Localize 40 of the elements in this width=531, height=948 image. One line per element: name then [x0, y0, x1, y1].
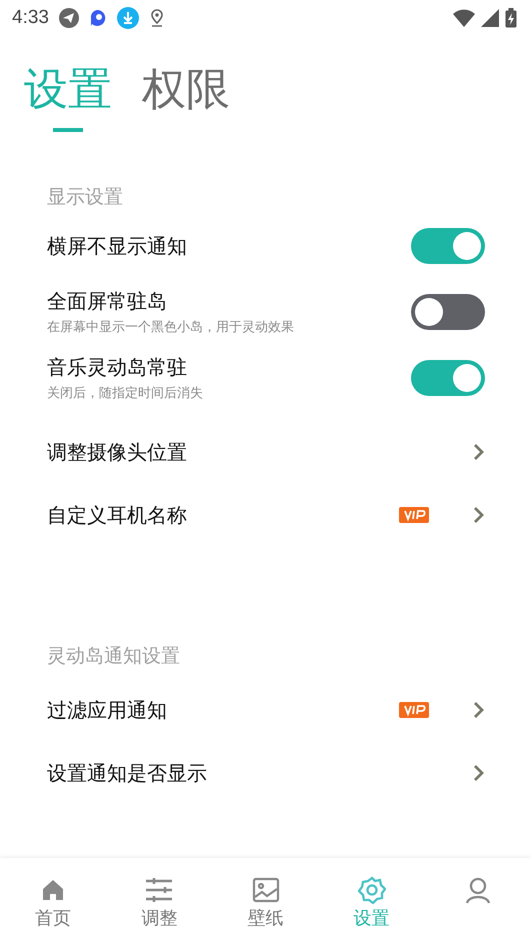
- setting-label: 全面屏常驻岛: [47, 288, 168, 315]
- setting-label: 自定义耳机名称: [47, 502, 188, 528]
- section-header: 显示设置: [47, 185, 123, 210]
- chevron-right-icon: [473, 506, 485, 524]
- chevron-right-icon: [473, 764, 485, 782]
- status-time: 4:33: [12, 7, 49, 29]
- battery-icon: [505, 8, 517, 28]
- toggle-switch[interactable]: [411, 360, 485, 396]
- nav-tab[interactable]: 设置: [318, 858, 425, 948]
- sliders-icon: [145, 876, 174, 904]
- image-icon: [252, 876, 280, 904]
- settings-row[interactable]: 设置通知是否显示: [0, 751, 531, 795]
- wifi-icon: [453, 9, 475, 27]
- chevron-right-icon: [473, 701, 485, 719]
- person-icon: [464, 876, 492, 904]
- setting-label: 音乐灵动岛常驻: [47, 354, 188, 381]
- tab[interactable]: 设置: [24, 64, 112, 134]
- setting-label: 调整摄像头位置: [47, 438, 188, 466]
- download-icon: [116, 7, 139, 29]
- settings-icon: [358, 876, 386, 904]
- setting-label: 横屏不显示通知: [47, 232, 188, 260]
- settings-row[interactable]: 过滤应用通知: [0, 688, 531, 732]
- location-pin-icon: [148, 8, 165, 28]
- signal-icon: [481, 9, 499, 27]
- paper-plane-icon: [58, 8, 79, 28]
- tab[interactable]: 权限: [142, 64, 230, 134]
- setting-description: 在屏幕中显示一个黑色小岛，用于灵动效果: [47, 319, 295, 336]
- chevron-right-icon: [473, 443, 485, 461]
- settings-row[interactable]: 调整摄像头位置: [0, 430, 531, 474]
- toggle-switch[interactable]: [411, 228, 485, 264]
- nav-tab[interactable]: 首页: [0, 858, 106, 948]
- settings-row[interactable]: 自定义耳机名称: [0, 493, 531, 537]
- setting-description: 关闭后，随指定时间后消失: [47, 385, 204, 402]
- chat-bubble-icon: [88, 9, 107, 27]
- nav-tab[interactable]: 壁纸: [212, 858, 319, 948]
- nav-tab[interactable]: 调整: [106, 858, 212, 948]
- toggle-switch[interactable]: [411, 294, 485, 330]
- setting-label: 过滤应用通知: [47, 696, 168, 724]
- section-header: 灵动岛通知设置: [47, 644, 180, 669]
- setting-label: 设置通知是否显示: [47, 760, 208, 786]
